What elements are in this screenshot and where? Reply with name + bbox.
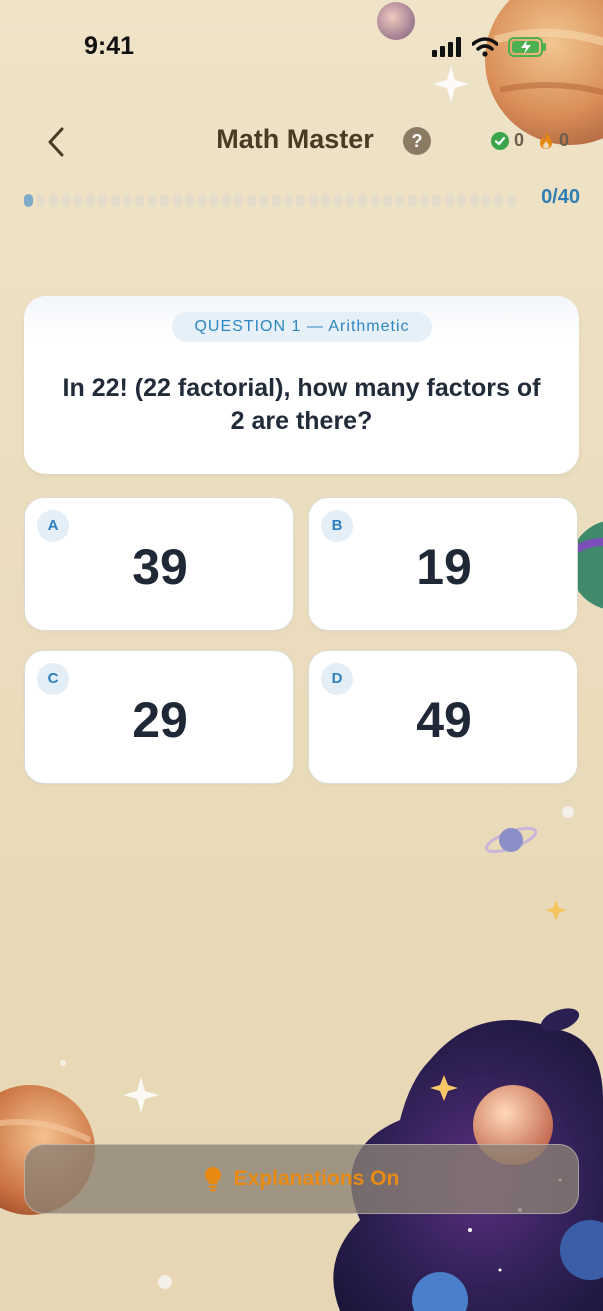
answer-option-a[interactable]: A 39 xyxy=(24,497,294,631)
progress-dot xyxy=(160,193,170,207)
progress-dot xyxy=(85,193,95,207)
wifi-icon xyxy=(472,37,498,57)
progress-dot xyxy=(222,193,231,207)
progress-dot xyxy=(61,193,71,207)
answer-option-d[interactable]: D 49 xyxy=(308,650,578,784)
answer-value: 49 xyxy=(416,692,472,748)
check-circle-icon xyxy=(491,131,509,150)
answer-option-b[interactable]: B 19 xyxy=(308,497,578,631)
progress-dot xyxy=(481,193,491,207)
progress-dot xyxy=(333,193,343,207)
progress-dot xyxy=(382,193,392,207)
battery-charging-icon xyxy=(508,37,546,57)
correct-stat: 0 xyxy=(491,130,524,151)
lightbulb-icon xyxy=(204,1167,221,1192)
progress-dot xyxy=(209,193,219,207)
progress-dot xyxy=(147,193,157,207)
progress-dot xyxy=(345,193,355,207)
progress-bar xyxy=(24,193,516,207)
progress-dot xyxy=(73,193,83,207)
help-button[interactable]: ? xyxy=(403,127,431,155)
progress-dot xyxy=(494,193,504,207)
progress-dot xyxy=(506,193,516,207)
answer-option-c[interactable]: C 29 xyxy=(24,650,294,784)
explanations-toggle-button[interactable]: Explanations On xyxy=(24,1144,579,1214)
flame-icon xyxy=(540,132,553,149)
correct-count: 0 xyxy=(514,130,525,150)
status-bar: 9:41 xyxy=(0,0,603,96)
progress-dot xyxy=(308,193,318,207)
streak-count: 0 xyxy=(559,130,570,150)
progress-dot xyxy=(444,193,454,207)
progress-dot xyxy=(432,193,442,207)
answer-value: 39 xyxy=(132,539,188,595)
page-title: Math Master xyxy=(216,124,374,154)
status-icons xyxy=(432,36,548,58)
progress-dot xyxy=(24,193,33,207)
progress-dot xyxy=(98,193,108,207)
streak-stat: 0 xyxy=(538,130,569,151)
progress-dot xyxy=(36,193,46,207)
question-card: QUESTION 1 — Arithmetic In 22! (22 facto… xyxy=(24,296,579,474)
back-button[interactable] xyxy=(38,120,74,164)
progress-dot xyxy=(234,193,244,207)
progress-dot xyxy=(135,193,145,207)
signal-icon xyxy=(432,37,461,57)
progress-dot xyxy=(283,193,293,207)
progress-dot xyxy=(172,193,182,207)
question-text: In 22! (22 factorial), how many factors … xyxy=(62,374,541,435)
progress-dot xyxy=(123,193,132,207)
progress-dot xyxy=(259,193,269,207)
progress-dot xyxy=(395,193,405,207)
progress-dot xyxy=(370,193,380,207)
progress-dot xyxy=(358,193,368,207)
progress-dot xyxy=(184,193,194,207)
question-badge: QUESTION 1 — Arithmetic xyxy=(172,312,432,342)
status-time: 9:41 xyxy=(84,32,135,60)
progress-dot xyxy=(48,193,58,207)
progress-dot xyxy=(407,193,417,207)
answer-value: 29 xyxy=(132,692,188,748)
progress-dot xyxy=(110,193,120,207)
progress-count: 0/40 xyxy=(541,186,580,208)
back-chevron-icon xyxy=(48,127,64,157)
progress-dot xyxy=(420,193,429,207)
progress-dot xyxy=(271,193,281,207)
help-icon: ? xyxy=(411,131,423,151)
progress-dot xyxy=(296,193,306,207)
score-stats: 0 0 xyxy=(491,130,577,151)
answer-value: 19 xyxy=(416,539,472,595)
progress-dot xyxy=(469,193,479,207)
progress-dot xyxy=(321,193,330,207)
progress-dot xyxy=(457,193,467,207)
progress-dot xyxy=(246,193,256,207)
progress-dot xyxy=(197,193,207,207)
explanations-label: Explanations On xyxy=(233,1167,400,1190)
